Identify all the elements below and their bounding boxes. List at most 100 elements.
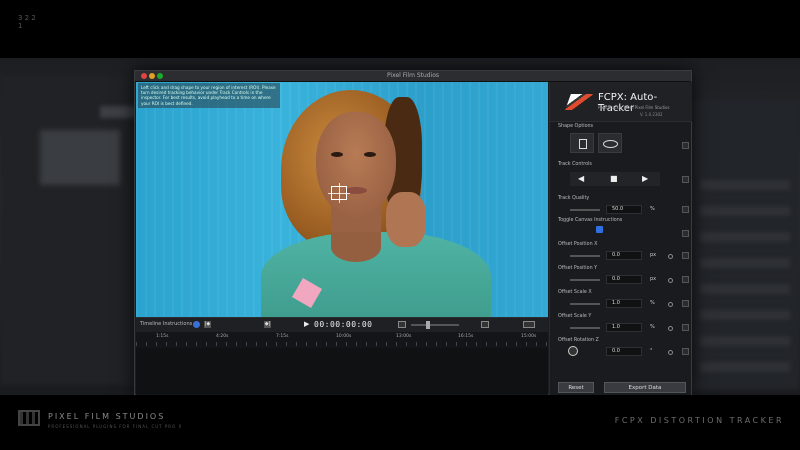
- timeline-track[interactable]: [136, 348, 548, 394]
- timeline-info-toggle[interactable]: [193, 321, 200, 328]
- subject-face: [316, 112, 396, 217]
- play-icon[interactable]: ▶: [304, 321, 309, 328]
- param-reset-button[interactable]: [682, 324, 689, 331]
- param-slider[interactable]: [570, 255, 600, 257]
- zoom-slider-track[interactable]: [411, 324, 459, 326]
- toggle-instructions-checkbox[interactable]: [596, 226, 603, 233]
- param-unit: °: [650, 348, 653, 354]
- zoom-in-button[interactable]: [481, 321, 489, 328]
- param-unit: %: [650, 324, 655, 330]
- plugin-logo-icon: [565, 94, 593, 110]
- param-keyframe-toggle[interactable]: [668, 326, 673, 331]
- company-name: PIXEL FILM STUDIOS: [48, 412, 166, 421]
- param-label: Offset Rotation Z: [558, 338, 599, 343]
- param-unit: px: [650, 276, 657, 282]
- shape-reset-button[interactable]: [682, 142, 689, 149]
- track-quality-unit: %: [650, 206, 655, 212]
- ruler-tick-label: 7:15s: [276, 334, 289, 339]
- film-logo-icon: [18, 410, 40, 426]
- track-quality-value: 50.0: [612, 206, 624, 212]
- product-name: FCPX DISTORTION TRACKER: [614, 416, 784, 425]
- param-slider[interactable]: [570, 303, 600, 305]
- rotation-dial[interactable]: [568, 346, 578, 356]
- plugin-header: FCPX: Auto-Tracker Pixel Tracker from Pi…: [550, 82, 692, 122]
- plugin-title: FCPX: Auto-Tracker: [598, 92, 658, 114]
- background-rows: [700, 180, 790, 380]
- track-quality-reset-button[interactable]: [682, 206, 689, 213]
- ruler-tick-label: 1:15s: [156, 334, 169, 339]
- zoom-slider-knob[interactable]: [426, 321, 430, 329]
- plugin-subtitle: Pixel Tracker from Pixel Film Studios: [598, 105, 670, 110]
- param-row: 0.0 px: [558, 251, 680, 262]
- param-label: Offset Scale X: [558, 290, 592, 295]
- roi-tracking-box[interactable]: [328, 183, 350, 203]
- rectangle-icon: [579, 139, 587, 149]
- param-value: 0.0: [612, 276, 620, 282]
- keyframe-start-button[interactable]: |◆: [204, 321, 211, 328]
- param-keyframe-toggle[interactable]: [668, 302, 673, 307]
- keyframe-end-button[interactable]: ◆|: [264, 321, 271, 328]
- company-tagline: PROFESSIONAL PLUGINS FOR FINAL CUT PRO X: [48, 424, 183, 429]
- timeline-controls: Timeline Instructions |◆ ◆| ▶ 00:00:00:0…: [136, 318, 548, 332]
- param-row: 0.0 px: [558, 275, 680, 286]
- param-row: 1.0 %: [558, 323, 680, 334]
- param-unit: %: [650, 300, 655, 306]
- subject-hand: [386, 192, 426, 247]
- background-panel-left: [0, 75, 150, 385]
- ruler-tick-label: 4:20s: [216, 334, 229, 339]
- param-value: 0.0: [612, 348, 620, 354]
- ruler-tick-label: 10:00s: [336, 334, 352, 339]
- param-row: 1.0 %: [558, 299, 680, 310]
- track-quality-slider[interactable]: [570, 209, 600, 211]
- ruler-tick-label: 15:00s: [521, 334, 537, 339]
- param-label: Offset Position X: [558, 242, 598, 247]
- param-value: 1.0: [612, 300, 620, 306]
- toggle-instructions-label: Toggle Canvas Instructions: [558, 218, 623, 223]
- window-title: Pixel Film Studios: [386, 72, 440, 79]
- track-controls-group: ◀ ■ ▶: [570, 172, 660, 186]
- param-reset-button[interactable]: [682, 300, 689, 307]
- background-thumbnail: [40, 130, 120, 185]
- param-row: 0.0 °: [558, 346, 680, 358]
- window-titlebar[interactable]: Pixel Film Studios: [135, 71, 691, 82]
- corner-watermark: 3 2 2 1: [18, 14, 36, 30]
- param-unit: px: [650, 252, 657, 258]
- plugin-window: Pixel Film Studios Left click and drag s…: [134, 70, 692, 395]
- track-stop-button[interactable]: ■: [610, 174, 618, 184]
- param-reset-button[interactable]: [682, 276, 689, 283]
- subject-eye-right: [364, 152, 376, 157]
- subject-collar: [331, 232, 381, 262]
- param-value: 0.0: [612, 252, 620, 258]
- inspector-panel: FCPX: Auto-Tracker Pixel Tracker from Pi…: [549, 82, 692, 395]
- param-label: Offset Position Y: [558, 266, 598, 271]
- video-viewer[interactable]: Left click and drag shape to your region…: [136, 82, 548, 317]
- param-keyframe-toggle[interactable]: [668, 278, 673, 283]
- export-data-button[interactable]: Export Data: [604, 382, 686, 393]
- timeline-instructions-label: Timeline Instructions: [140, 321, 193, 327]
- param-slider[interactable]: [570, 279, 600, 281]
- track-quality-row: 50.0 %: [558, 205, 680, 216]
- plugin-version: V. 1.0.2302: [640, 112, 663, 117]
- param-keyframe-toggle[interactable]: [668, 350, 673, 355]
- param-reset-button[interactable]: [682, 348, 689, 355]
- ellipse-icon: [603, 140, 618, 148]
- track-backward-button[interactable]: ◀: [578, 174, 584, 184]
- fullscreen-button[interactable]: [523, 321, 535, 328]
- timecode-display: 00:00:00:00: [314, 320, 373, 329]
- ruler-tick-label: 16:15s: [458, 334, 474, 339]
- zoom-out-button[interactable]: [398, 321, 406, 328]
- ellipse-shape-button[interactable]: [598, 133, 622, 153]
- track-forward-button[interactable]: ▶: [642, 174, 648, 184]
- rectangle-shape-button[interactable]: [570, 133, 594, 153]
- shape-options-label: Shape Options: [558, 124, 594, 129]
- param-keyframe-toggle[interactable]: [668, 254, 673, 259]
- param-slider[interactable]: [570, 327, 600, 329]
- param-reset-button[interactable]: [682, 252, 689, 259]
- toggle-reset-button[interactable]: [682, 230, 689, 237]
- subject-eye-left: [331, 152, 343, 157]
- track-controls-label: Track Controls: [558, 162, 592, 167]
- param-value: 1.0: [612, 324, 620, 330]
- timeline: Timeline Instructions |◆ ◆| ▶ 00:00:00:0…: [136, 317, 548, 395]
- track-controls-reset-button[interactable]: [682, 176, 689, 183]
- reset-button[interactable]: Reset: [558, 382, 594, 393]
